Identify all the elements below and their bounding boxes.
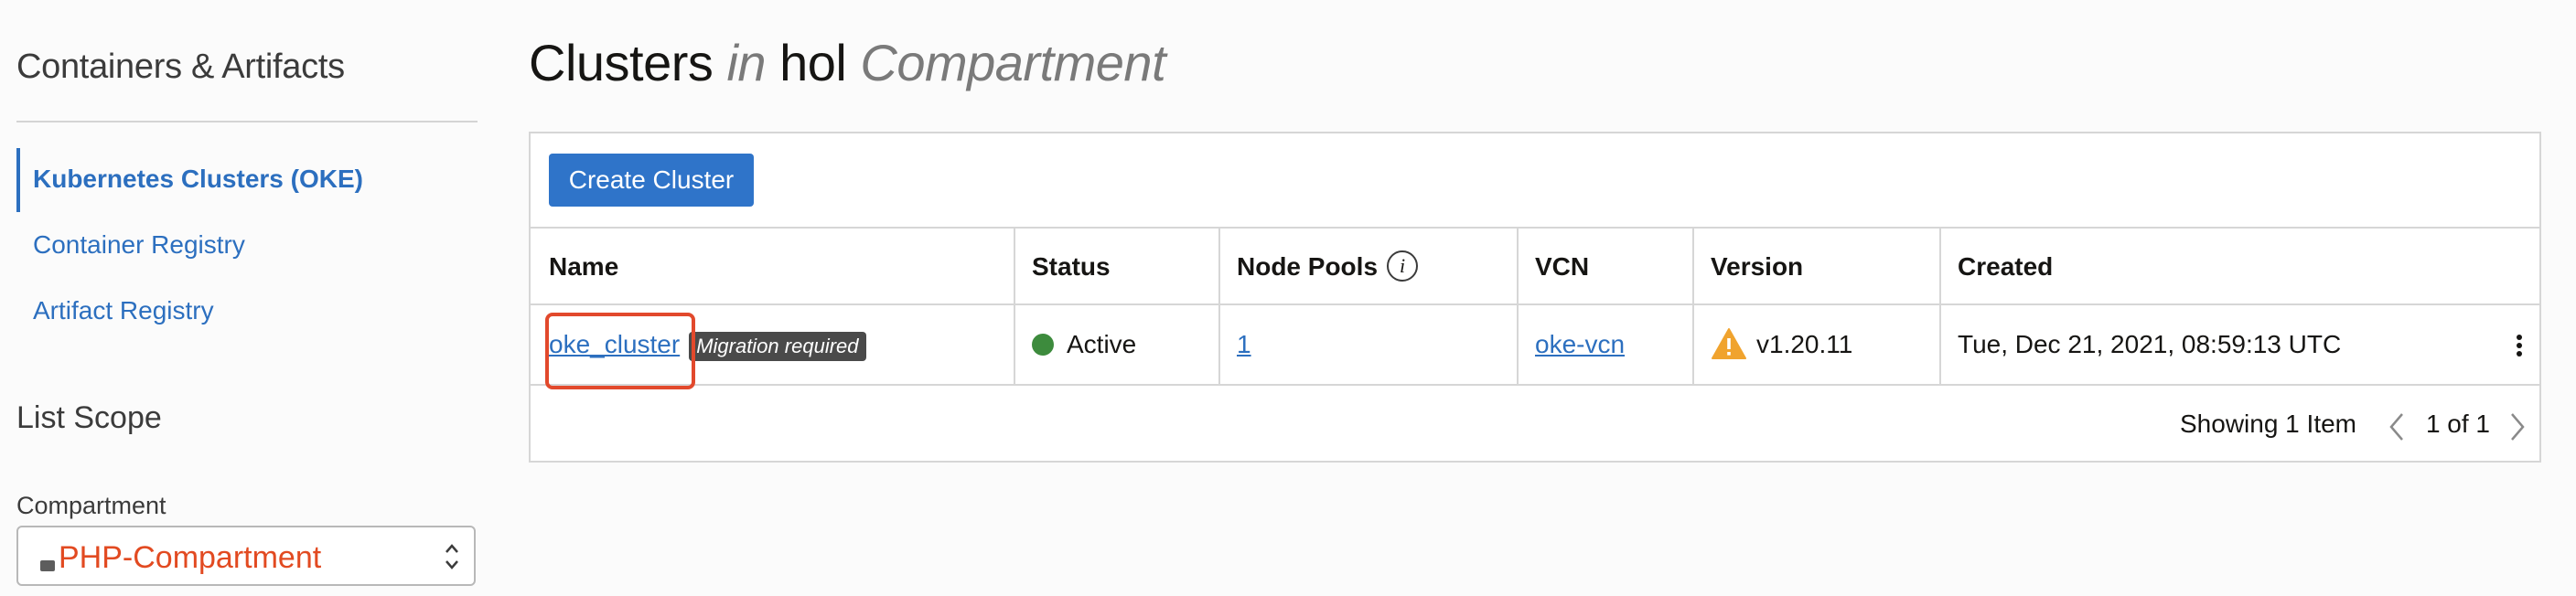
- page-title-in: in: [726, 34, 767, 91]
- table-header: Name Status Node Pools i VCN Version Crea…: [531, 227, 2539, 305]
- sidebar-item-artifact-registry[interactable]: Artifact Registry: [16, 278, 478, 344]
- status-active-icon: [1032, 333, 1054, 356]
- list-scope-title: List Scope: [16, 400, 162, 435]
- version-text: v1.20.11: [1756, 330, 1853, 358]
- chevron-right-icon[interactable]: [2508, 411, 2527, 442]
- cluster-name-link[interactable]: oke_cluster: [549, 330, 680, 358]
- cell-vcn: oke-vcn: [1517, 305, 1692, 384]
- cell-name: oke_cluster Migration required: [531, 305, 1014, 389]
- sidebar-item-kubernetes-clusters[interactable]: Kubernetes Clusters (OKE): [16, 146, 478, 212]
- compartment-icon: [40, 560, 55, 571]
- migration-badge: Migration required: [689, 331, 866, 361]
- page-indicator: 1 of 1: [2425, 410, 2490, 438]
- status-text: Active: [1067, 330, 1137, 358]
- kebab-menu-icon[interactable]: [2510, 305, 2528, 384]
- page-title-compartment: hol: [779, 34, 847, 91]
- column-header-node-pools[interactable]: Node Pools i: [1218, 229, 1517, 305]
- warning-icon[interactable]: [1711, 327, 1747, 360]
- column-header-vcn[interactable]: VCN: [1517, 229, 1692, 305]
- sidebar-item-container-registry[interactable]: Container Registry: [16, 212, 478, 278]
- compartment-label: Compartment: [16, 492, 166, 519]
- info-icon[interactable]: i: [1387, 250, 1419, 282]
- page-title-suffix: Compartment: [860, 34, 1166, 91]
- cell-status: Active: [1014, 305, 1218, 384]
- clusters-panel: Create Cluster Name Status Node Pools i V…: [529, 132, 2541, 463]
- chevron-updown-icon: [445, 544, 458, 569]
- sidebar: Containers & Artifacts Kubernetes Cluste…: [16, 0, 478, 596]
- compartment-value: PHP-Compartment: [59, 540, 322, 575]
- column-header-status[interactable]: Status: [1014, 229, 1218, 305]
- node-pools-link[interactable]: 1: [1237, 330, 1251, 358]
- sidebar-nav: Kubernetes Clusters (OKE) Container Regi…: [16, 146, 478, 344]
- sidebar-divider: [16, 121, 478, 122]
- page-title: Clusters in hol Compartment: [529, 33, 1166, 92]
- column-header-node-pools-label: Node Pools: [1237, 252, 1379, 281]
- vcn-link[interactable]: oke-vcn: [1535, 330, 1625, 358]
- created-text: Tue, Dec 21, 2021, 08:59:13 UTC: [1958, 330, 2342, 358]
- chevron-left-icon[interactable]: [2388, 411, 2406, 442]
- column-header-created[interactable]: Created: [1939, 229, 2541, 305]
- sidebar-title: Containers & Artifacts: [16, 48, 345, 86]
- column-header-name[interactable]: Name: [531, 229, 1014, 305]
- table-row: oke_cluster Migration required Active 1 o…: [531, 305, 2541, 389]
- page-title-main: Clusters: [529, 34, 714, 91]
- table-footer: Showing 1 Item 1 of 1: [531, 388, 2539, 461]
- showing-count: Showing 1 Item: [2180, 410, 2356, 438]
- cell-node-pools: 1: [1218, 305, 1517, 384]
- cell-version: v1.20.11: [1692, 305, 1939, 384]
- create-cluster-button[interactable]: Create Cluster: [549, 154, 754, 207]
- compartment-select[interactable]: PHP-Compartment: [16, 526, 476, 586]
- cell-created: Tue, Dec 21, 2021, 08:59:13 UTC: [1939, 305, 2541, 384]
- column-header-version[interactable]: Version: [1692, 229, 1939, 305]
